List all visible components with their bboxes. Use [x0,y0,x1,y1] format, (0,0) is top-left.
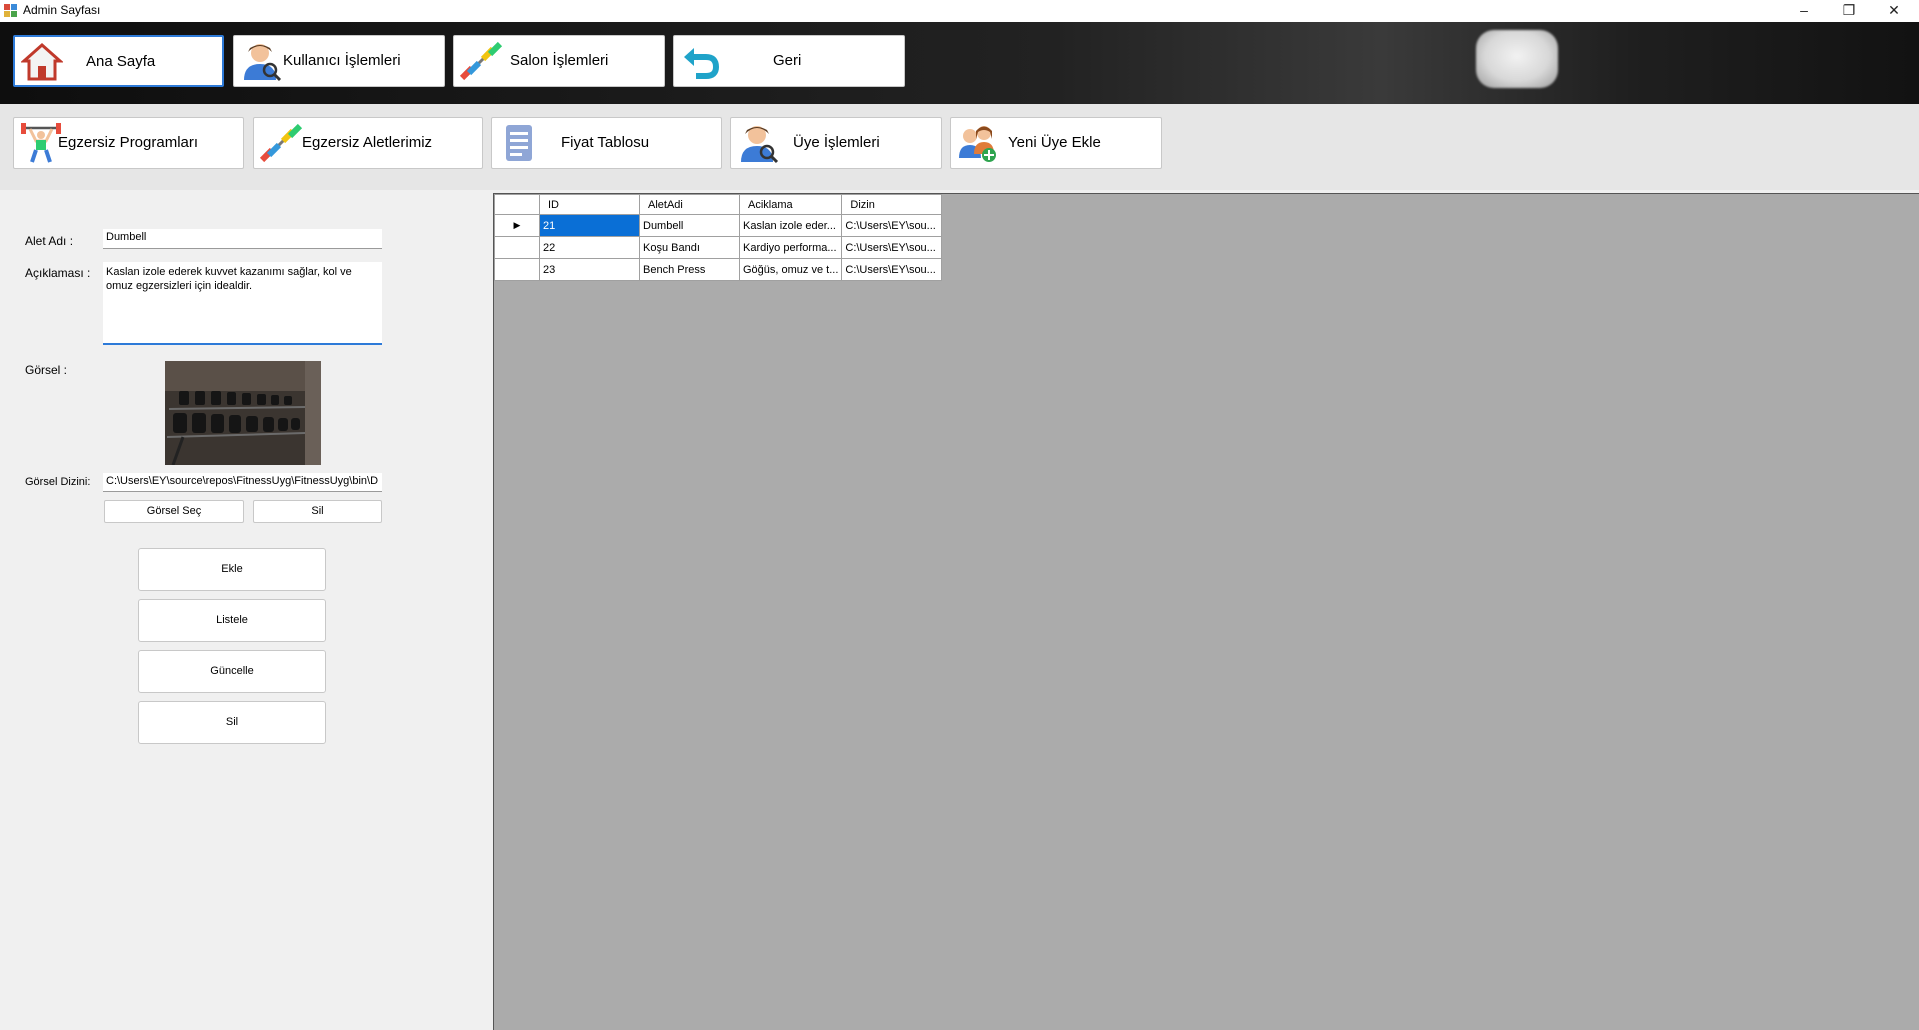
barbell-icon [260,123,302,163]
row-header[interactable] [494,258,540,281]
cell-aletadi[interactable]: Koşu Bandı [639,236,740,259]
cell-aciklama[interactable]: Kardiyo performa... [738,236,843,259]
app-icon [4,4,17,17]
row-header[interactable] [494,236,540,259]
fiyat-tablosu-label: Fiyat Tablosu [561,134,650,151]
listele-button[interactable]: Listele [138,599,326,642]
uye-islemleri-button[interactable]: Üye İşlemleri [730,117,942,169]
cell-dizin[interactable]: C:\Users\EY\sou... [841,236,943,259]
cell-dizin[interactable]: C:\Users\EY\sou... [841,258,943,281]
gorsel-sec-button[interactable]: Görsel Seç [104,500,244,523]
gorsel-label: Görsel : [25,363,68,377]
equipment-image [165,361,321,465]
column-header-aletadi[interactable]: AletAdi [639,194,740,215]
weightlifter-icon [21,123,61,163]
kullanici-islemleri-label: Kullanıcı İşlemleri [283,52,401,69]
geri-label: Geri [773,52,802,69]
guncelle-button[interactable]: Güncelle [138,650,326,693]
row-selector-indicator-icon[interactable]: ▶ [494,214,540,237]
salon-islemleri-button[interactable]: Salon İşlemleri [453,35,665,87]
egzersiz-programlari-button[interactable]: Egzersiz Programları [13,117,244,169]
egzersiz-aletlerimiz-button[interactable]: Egzersiz Aletlerimiz [253,117,483,169]
home-icon [21,42,63,81]
table-row[interactable]: 23 Bench Press Göğüs, omuz ve t... C:\Us… [494,258,943,281]
minimize-button[interactable]: – [1781,0,1827,22]
cell-aciklama[interactable]: Göğüs, omuz ve t... [738,258,843,281]
egzersiz-aletlerimiz-label: Egzersiz Aletlerimiz [302,134,433,151]
yeni-uye-ekle-label: Yeni Üye Ekle [1008,134,1101,151]
cell-dizin[interactable]: C:\Users\EY\sou... [841,214,943,237]
table-row[interactable]: 22 Koşu Bandı Kardiyo performa... C:\Use… [494,236,943,259]
data-grid-table: ID AletAdi Aciklama Dizin ▶ 21 Dumbell K… [494,194,943,281]
yeni-uye-ekle-button[interactable]: Yeni Üye Ekle [950,117,1162,169]
close-button[interactable]: ✕ [1871,0,1917,22]
grid-corner-cell [494,194,540,215]
column-header-aciklama[interactable]: Aciklama [738,194,843,215]
add-users-icon [959,126,996,162]
banner-background-image [1476,30,1558,88]
cell-aciklama[interactable]: Kaslan izole eder... [738,214,843,237]
cell-id[interactable]: 23 [539,258,640,281]
restore-button[interactable]: ❐ [1826,0,1872,22]
user-search-icon [741,126,779,164]
ana-sayfa-button[interactable]: Ana Sayfa [13,35,224,87]
fiyat-tablosu-button[interactable]: Fiyat Tablosu [491,117,722,169]
alet-adi-input[interactable]: Dumbell [103,229,382,249]
cell-id[interactable]: 22 [539,236,640,259]
user-search-icon [244,44,282,82]
title-bar: Admin Sayfası – ❐ ✕ [0,0,1919,22]
cell-aletadi[interactable]: Dumbell [639,214,740,237]
grid-header-row: ID AletAdi Aciklama Dizin [494,194,943,215]
aciklama-textarea[interactable]: Kaslan izole ederek kuvvet kazanımı sağl… [103,262,382,345]
geri-button[interactable]: Geri [673,35,905,87]
table-row[interactable]: ▶ 21 Dumbell Kaslan izole eder... C:\Use… [494,214,943,237]
column-header-id[interactable]: ID [539,194,640,215]
alet-adi-label: Alet Adı : [25,234,74,248]
column-header-dizin[interactable]: Dizin [841,194,943,215]
kullanici-islemleri-button[interactable]: Kullanıcı İşlemleri [233,35,445,87]
barbell-icon [460,41,502,81]
ekle-button[interactable]: Ekle [138,548,326,591]
gorsel-dizini-label: Görsel Dizini: [25,476,91,488]
gorsel-dizini-input[interactable]: C:\Users\EY\source\repos\FitnessUyg\Fitn… [103,473,382,492]
cell-aletadi[interactable]: Bench Press [639,258,740,281]
gorsel-sil-button[interactable]: Sil [253,500,382,523]
cell-id[interactable]: 21 [539,214,640,237]
document-list-icon [506,125,532,161]
back-arrow-icon [684,48,720,79]
sil-button[interactable]: Sil [138,701,326,744]
aciklama-label: Açıklaması : [25,266,91,280]
ana-sayfa-label: Ana Sayfa [86,53,156,70]
window-title: Admin Sayfası [23,3,101,17]
data-grid[interactable]: ID AletAdi Aciklama Dizin ▶ 21 Dumbell K… [493,193,1919,1030]
uye-islemleri-label: Üye İşlemleri [793,134,880,151]
egzersiz-programlari-label: Egzersiz Programları [58,134,199,151]
salon-islemleri-label: Salon İşlemleri [510,52,609,69]
